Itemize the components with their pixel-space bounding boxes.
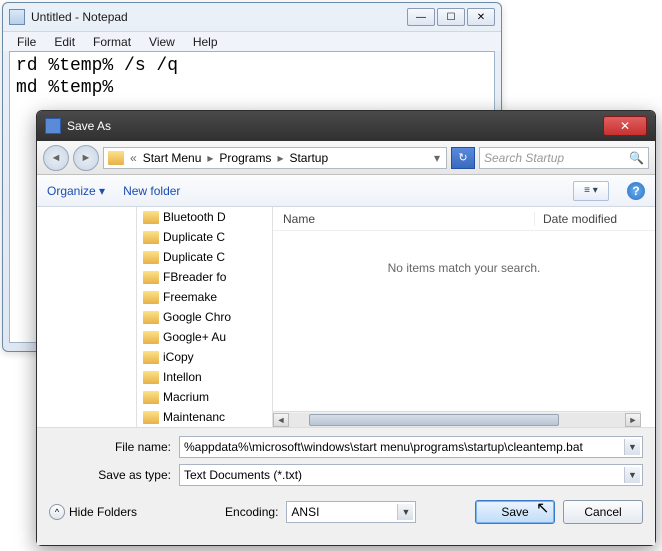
notepad-icon: [9, 9, 25, 25]
folder-item[interactable]: Google+ Au: [137, 327, 272, 347]
folder-name: Bluetooth D: [163, 210, 226, 224]
maximize-button[interactable]: ☐: [437, 8, 465, 26]
menu-format[interactable]: Format: [85, 33, 139, 51]
organize-button[interactable]: Organize ▾: [47, 184, 105, 198]
folder-item[interactable]: Macrium: [137, 387, 272, 407]
empty-message: No items match your search.: [273, 261, 655, 275]
folder-icon: [143, 351, 159, 364]
save-as-dialog: Save As ✕ ◄ ► « Start Menu ▸ Programs ▸ …: [36, 110, 656, 546]
encoding-select[interactable]: ANSI ▼: [286, 501, 416, 523]
menu-file[interactable]: File: [9, 33, 44, 51]
folder-icon: [143, 291, 159, 304]
menu-edit[interactable]: Edit: [46, 33, 83, 51]
save-button[interactable]: Save: [475, 500, 555, 524]
folder-icon: [143, 271, 159, 284]
menu-view[interactable]: View: [141, 33, 183, 51]
folder-name: Google+ Au: [163, 330, 226, 344]
nav-tree[interactable]: [37, 207, 137, 427]
save-icon: [45, 118, 61, 134]
view-options-button[interactable]: ≡ ▾: [573, 181, 609, 201]
refresh-button[interactable]: ↻: [451, 147, 475, 169]
file-list[interactable]: Name Date modified No items match your s…: [273, 207, 655, 427]
folder-item[interactable]: Duplicate C: [137, 227, 272, 247]
notepad-title: Untitled - Notepad: [31, 10, 407, 24]
breadcrumb-seg-2[interactable]: Startup: [285, 151, 332, 165]
folder-item[interactable]: Google Chro: [137, 307, 272, 327]
folder-icon: [143, 251, 159, 264]
address-breadcrumb[interactable]: « Start Menu ▸ Programs ▸ Startup ▾: [103, 147, 447, 169]
type-label: Save as type:: [49, 468, 179, 482]
saveas-toolbar: Organize ▾ New folder ≡ ▾ ?: [37, 175, 655, 207]
folder-name: Duplicate C: [163, 250, 225, 264]
folder-name: iCopy: [163, 350, 194, 364]
chevron-down-icon[interactable]: ▼: [624, 467, 640, 483]
folder-icon: [108, 151, 124, 165]
breadcrumb-seg-0[interactable]: Start Menu: [139, 151, 206, 165]
folder-name: Macrium: [163, 390, 209, 404]
folder-item[interactable]: Intellon: [137, 367, 272, 387]
search-placeholder: Search Startup: [484, 151, 564, 165]
horizontal-scrollbar[interactable]: ◄ ►: [273, 411, 641, 427]
search-icon: 🔍: [629, 151, 644, 165]
help-button[interactable]: ?: [627, 182, 645, 200]
folder-icon: [143, 311, 159, 324]
folder-icon: [143, 371, 159, 384]
folder-item[interactable]: Maintenanc: [137, 407, 272, 427]
menu-help[interactable]: Help: [185, 33, 226, 51]
folder-name: Duplicate C: [163, 230, 225, 244]
encoding-label: Encoding:: [225, 505, 278, 519]
close-button[interactable]: ✕: [467, 8, 495, 26]
folder-tree[interactable]: Bluetooth D Duplicate C Duplicate C FBreade…: [137, 207, 273, 427]
folder-name: Freemake: [163, 290, 217, 304]
notepad-menubar: File Edit Format View Help: [3, 31, 501, 51]
folder-icon: [143, 411, 159, 424]
hide-folders-toggle[interactable]: ^ Hide Folders: [49, 504, 137, 520]
minimize-button[interactable]: —: [407, 8, 435, 26]
saveas-title-text: Save As: [67, 119, 603, 133]
folder-name: FBreader fo: [163, 270, 226, 284]
folder-name: Maintenanc: [163, 410, 225, 424]
saveas-navbar: ◄ ► « Start Menu ▸ Programs ▸ Startup ▾ …: [37, 141, 655, 175]
chevron-down-icon[interactable]: ▼: [397, 504, 413, 520]
folder-item[interactable]: Freemake: [137, 287, 272, 307]
notepad-titlebar[interactable]: Untitled - Notepad — ☐ ✕: [3, 3, 501, 31]
search-input[interactable]: Search Startup 🔍: [479, 147, 649, 169]
folder-item[interactable]: Bluetooth D: [137, 207, 272, 227]
chevron-up-icon: ^: [49, 504, 65, 520]
new-folder-button[interactable]: New folder: [123, 184, 180, 198]
saveas-titlebar[interactable]: Save As ✕: [37, 111, 655, 141]
folder-item[interactable]: iCopy: [137, 347, 272, 367]
cancel-button[interactable]: Cancel: [563, 500, 643, 524]
folder-icon: [143, 211, 159, 224]
saveas-close-button[interactable]: ✕: [603, 116, 647, 136]
type-select[interactable]: Text Documents (*.txt) ▼: [179, 464, 643, 486]
folder-icon: [143, 391, 159, 404]
chevron-down-icon[interactable]: ▼: [624, 439, 640, 455]
column-date[interactable]: Date modified: [535, 212, 655, 226]
folder-icon: [143, 331, 159, 344]
folder-name: Google Chro: [163, 310, 231, 324]
folder-name: Intellon: [163, 370, 202, 384]
folder-item[interactable]: FBreader fo: [137, 267, 272, 287]
folder-item[interactable]: Duplicate C: [137, 247, 272, 267]
filename-label: File name:: [49, 440, 179, 454]
nav-back-button[interactable]: ◄: [43, 145, 69, 171]
column-name[interactable]: Name: [273, 212, 535, 226]
filename-input[interactable]: %appdata%\microsoft\windows\start menu\p…: [179, 436, 643, 458]
nav-forward-button[interactable]: ►: [73, 145, 99, 171]
breadcrumb-seg-1[interactable]: Programs: [215, 151, 275, 165]
folder-icon: [143, 231, 159, 244]
